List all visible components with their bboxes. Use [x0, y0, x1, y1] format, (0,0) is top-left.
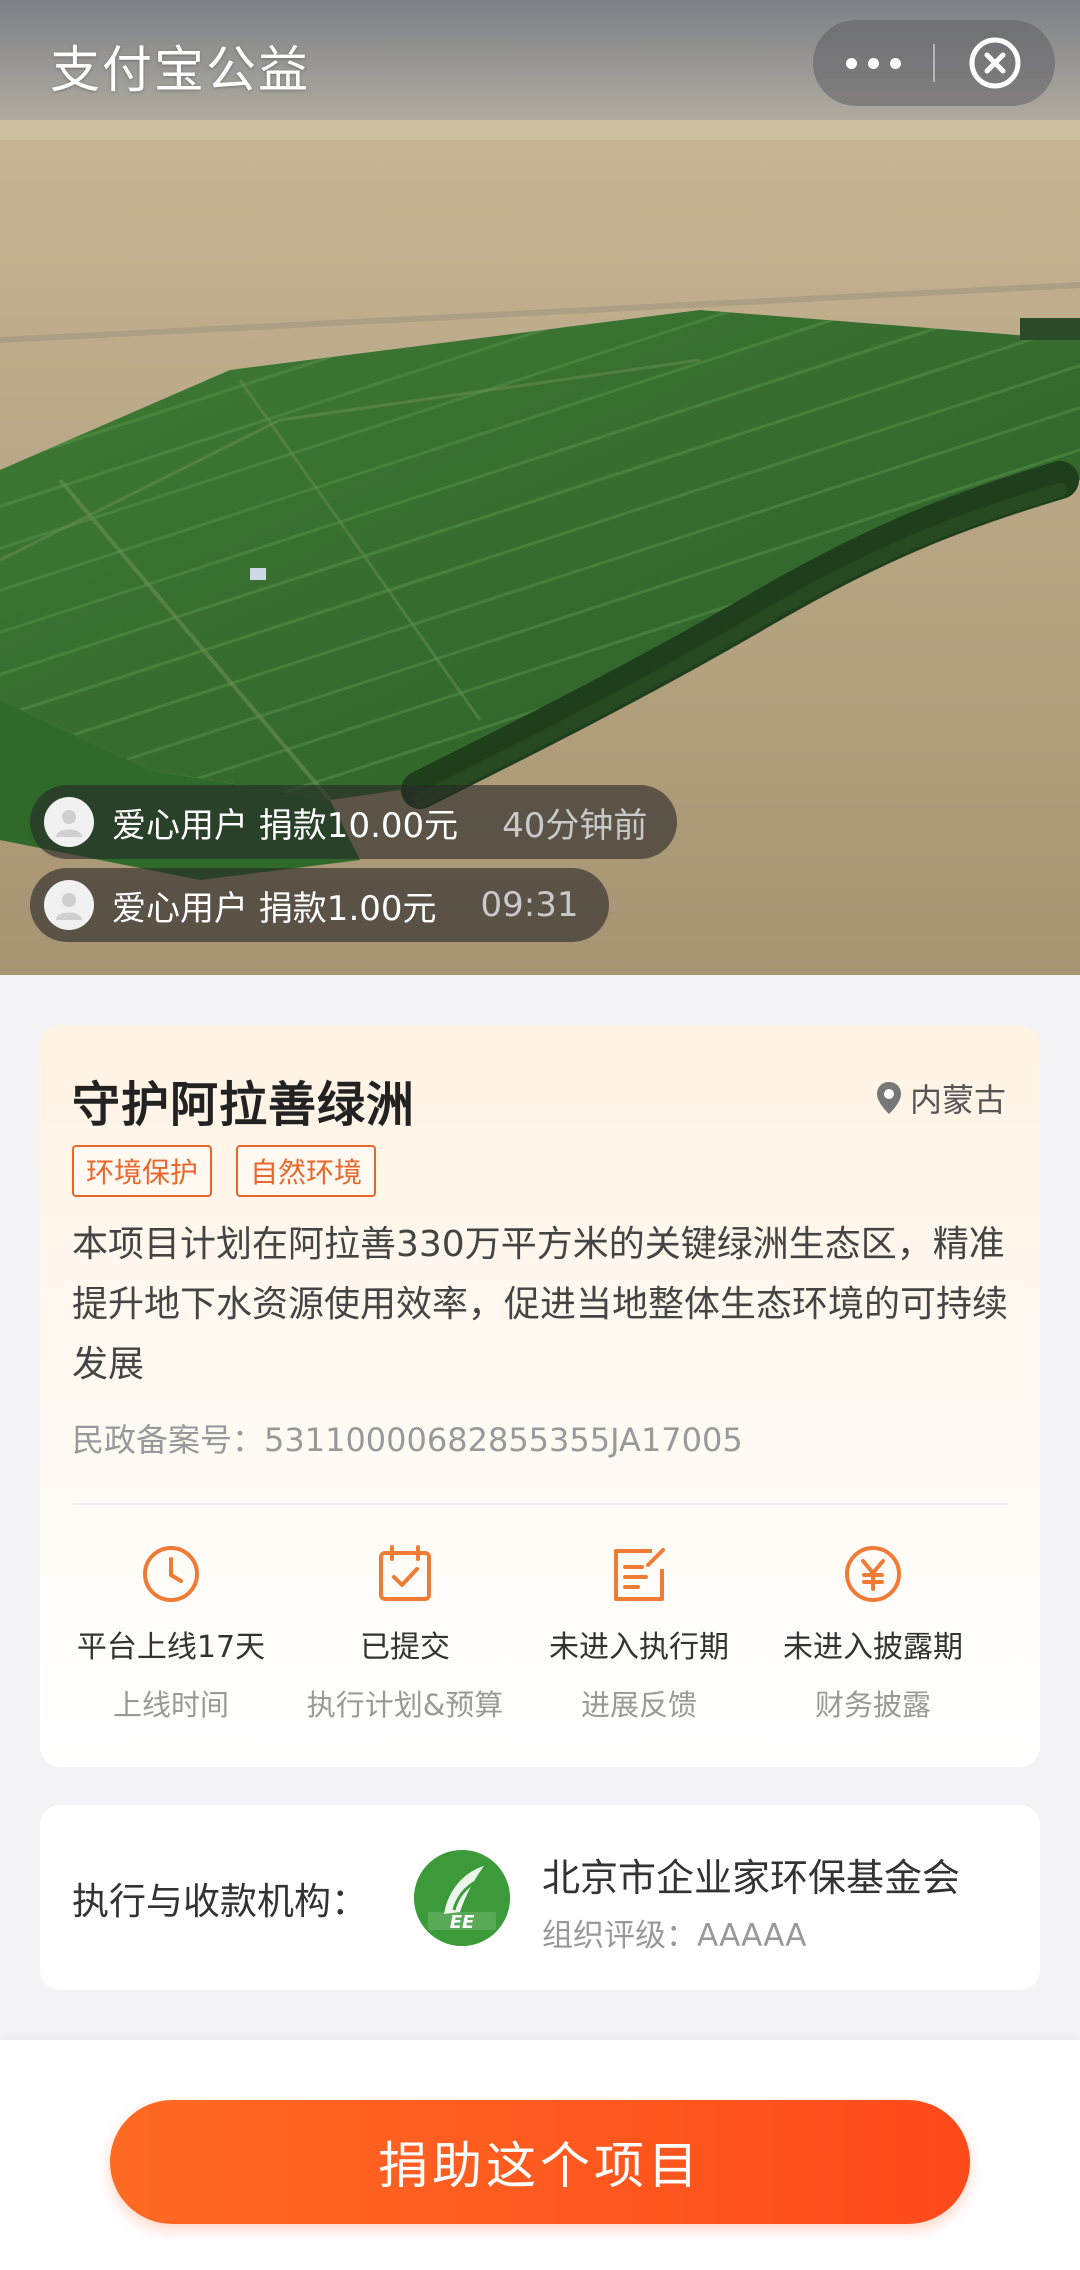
stat-label: 进展反馈: [580, 1688, 697, 1722]
clock-icon: [140, 1540, 202, 1608]
donate-button[interactable]: 捐助这个项目: [110, 2100, 970, 2224]
project-description: 本项目计划在阿拉善330万平方米的关键绿洲生态区，精准提升地下水资源使用效率，促…: [72, 1224, 1009, 1385]
stat-label: 财务披露: [814, 1688, 931, 1722]
organization-rating: 组织评级：AAAAA: [542, 1918, 807, 1954]
registration-number: 民政备案号：53110000682855355JA17005: [72, 1421, 743, 1459]
donation-ticker-item: 爱心用户 捐款1.00元 09:31: [30, 868, 609, 942]
stat-value: 未进入披露期: [783, 1630, 963, 1665]
stat-financial-disclosure[interactable]: 未进入披露期 财务披露: [756, 1540, 990, 1724]
stat-value: 平台上线17天: [76, 1630, 266, 1665]
stat-plan-budget[interactable]: 已提交 执行计划&预算: [288, 1540, 522, 1724]
stat-value: 未进入执行期: [549, 1630, 729, 1665]
logo-text: EE: [450, 1912, 475, 1933]
location-pin-icon: [876, 1082, 901, 1114]
calendar-check-icon: [374, 1540, 436, 1608]
close-circle-icon[interactable]: [935, 20, 1055, 106]
organization-name: 北京市企业家环保基金会: [542, 1856, 961, 1900]
stat-label: 上线时间: [112, 1688, 229, 1722]
organization-card[interactable]: 执行与收款机构： EE 北京市企业家环保基金会 组织评级：AAAAA: [40, 1805, 1040, 1990]
section-divider: [72, 1503, 1008, 1505]
edit-report-icon: [608, 1540, 670, 1608]
more-dots-icon[interactable]: [813, 20, 933, 106]
app-title: 支付宝公益: [50, 41, 310, 99]
donation-text: 爱心用户 捐款10.00元: [112, 805, 459, 846]
organization-label: 执行与收款机构：: [72, 1880, 368, 1923]
project-location: 内蒙古: [876, 1075, 1006, 1121]
donation-ticker-item: 爱心用户 捐款10.00元 40分钟前: [30, 785, 678, 859]
hero-image: 支付宝公益 爱心用户 捐款10.00元 40分钟前 爱心用户 捐款1.00元 0…: [0, 0, 1080, 975]
stat-online-time[interactable]: 平台上线17天 上线时间: [54, 1540, 288, 1724]
project-tags: 环境保护 自然环境: [72, 1145, 377, 1197]
yuan-coin-icon: [842, 1540, 904, 1608]
tag-environment-protection: 环境保护: [72, 1145, 213, 1197]
location-text: 内蒙古: [909, 1081, 1006, 1119]
tag-natural-environment: 自然环境: [236, 1145, 377, 1197]
stat-label: 执行计划&预算: [306, 1688, 504, 1722]
project-title: 守护阿拉善绿洲: [72, 1077, 416, 1133]
stat-value: 已提交: [360, 1630, 450, 1665]
donation-time: 09:31: [480, 885, 579, 925]
bottom-action-bar: 捐助这个项目: [0, 2040, 1080, 2270]
organization-logo: EE: [414, 1850, 510, 1946]
mini-program-capsule: [813, 20, 1055, 106]
donation-time: 40分钟前: [502, 805, 648, 846]
user-avatar-icon: [44, 797, 94, 847]
project-info-card: 守护阿拉善绿洲 内蒙古 环境保护 自然环境 本项目计划在阿拉善330万平方米的关…: [40, 1025, 1040, 1767]
user-avatar-icon: [44, 880, 94, 930]
donation-text: 爱心用户 捐款1.00元: [112, 888, 437, 929]
stat-progress-feedback[interactable]: 未进入执行期 进展反馈: [522, 1540, 756, 1724]
project-stats: 平台上线17天 上线时间 已提交 执行计划&预算 未进入执行期 进展反馈 未进入…: [40, 1540, 1040, 1724]
